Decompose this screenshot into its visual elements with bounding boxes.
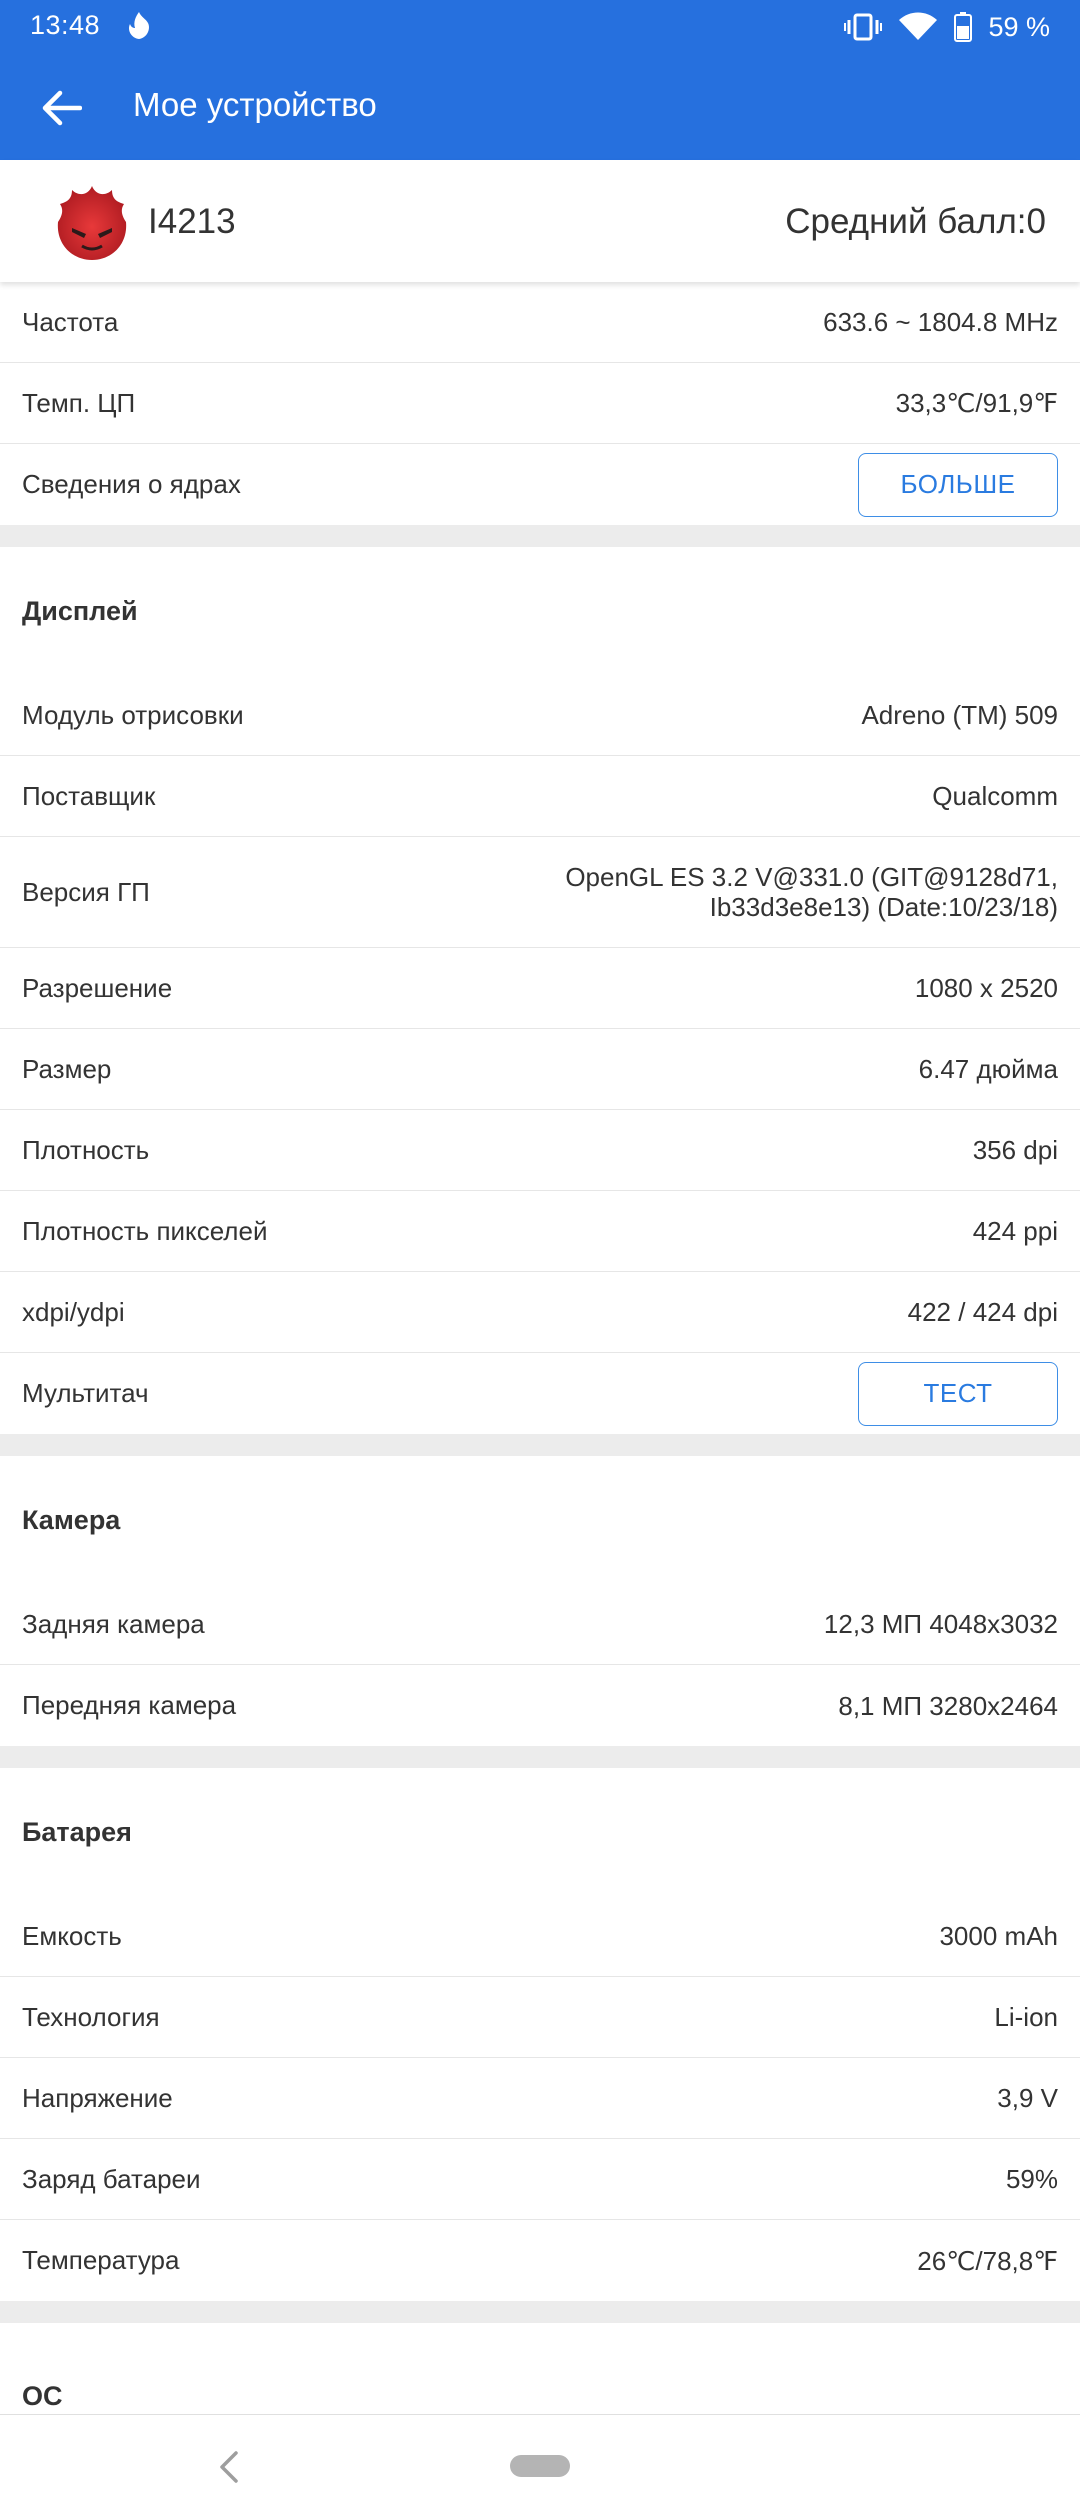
battery-temp-row: Температура 26℃/78,8℉ <box>0 2220 1080 2301</box>
row-value: 8,1 МП 3280x2464 <box>838 1690 1058 1721</box>
notification-app-icon <box>129 12 149 39</box>
row-value: 3,9 V <box>997 2083 1058 2113</box>
row-label: Напряжение <box>22 2082 173 2113</box>
pixel-density-row: Плотность пикселей 424 ppi <box>0 1191 1080 1272</box>
front-camera-row: Передняя камера 8,1 МП 3280x2464 <box>0 1665 1080 1746</box>
section-title: ОС <box>22 2381 63 2411</box>
battery-icon <box>954 12 973 42</box>
screen-size-row: Размер 6.47 дюйма <box>0 1029 1080 1110</box>
row-label: Сведения о ядрах <box>22 469 241 499</box>
row-label: Разрешение <box>22 972 173 1003</box>
section-divider <box>0 1746 1080 1768</box>
row-label: xdpi/ydpi <box>22 1296 125 1327</box>
nav-home-pill[interactable] <box>510 2455 570 2477</box>
nav-back-icon[interactable] <box>210 2447 250 2487</box>
resolution-row: Разрешение 1080 x 2520 <box>0 948 1080 1029</box>
technology-row: Технология Li-ion <box>0 1977 1080 2058</box>
section-header-battery: Батарея <box>0 1768 1080 1896</box>
section-header-camera: Камера <box>0 1456 1080 1584</box>
vendor-row: Поставщик Qualcomm <box>0 756 1080 837</box>
row-label: Размер <box>22 1053 112 1084</box>
core-info-row: Сведения о ядрах БОЛЬШЕ <box>0 444 1080 525</box>
rear-camera-row: Задняя камера 12,3 МП 4048x3032 <box>0 1584 1080 1665</box>
battery-percent: 59 % <box>988 11 1050 42</box>
row-label: Технология <box>22 2001 160 2032</box>
xdpi-ydpi-row: xdpi/ydpi 422 / 424 dpi <box>0 1272 1080 1353</box>
row-label: Емкость <box>22 1920 122 1951</box>
battery-charge-row: Заряд батареи 59% <box>0 2139 1080 2220</box>
wifi-icon <box>899 12 938 40</box>
status-bar: 13:48 59 % <box>0 0 1080 54</box>
status-time: 13:48 <box>30 10 101 40</box>
row-label: Задняя камера <box>22 1608 205 1639</box>
row-value: 33,3℃/91,9℉ <box>895 388 1058 418</box>
row-value-line: Ib33d3e8e13) (Date:10/23/18) <box>709 892 1058 922</box>
row-value: 422 / 424 dpi <box>907 1297 1058 1327</box>
back-button[interactable] <box>36 82 88 134</box>
density-row: Плотность 356 dpi <box>0 1110 1080 1191</box>
row-label: Поставщик <box>22 780 156 811</box>
row-value: 12,3 МП 4048x3032 <box>823 1609 1058 1639</box>
row-value-line: OpenGL ES 3.2 V@331.0 (GIT@9128d71, <box>565 862 1058 892</box>
row-label: Плотность <box>22 1134 150 1165</box>
section-title: Камера <box>22 1504 121 1535</box>
section-divider <box>0 2301 1080 2323</box>
multitouch-test-button[interactable]: ТЕСТ <box>858 1361 1058 1426</box>
row-label: Темп. ЦП <box>22 387 136 418</box>
row-value: Qualcomm <box>932 781 1058 811</box>
renderer-row: Модуль отрисовки Adreno (TM) 509 <box>0 675 1080 756</box>
system-nav-bar <box>0 2414 1080 2520</box>
capacity-row: Емкость 3000 mAh <box>0 1896 1080 1977</box>
row-label: Мультитач <box>22 1378 149 1408</box>
cpu-frequency-row: Частота 633.6 ~ 1804.8 MHz <box>0 282 1080 363</box>
page-title: Мое устройство <box>133 86 377 123</box>
row-value: 424 ppi <box>972 1216 1058 1246</box>
row-value: 3000 mAh <box>939 1921 1058 1951</box>
row-value: 59% <box>1005 2164 1058 2194</box>
gpu-version-row: Версия ГП OpenGL ES 3.2 V@331.0 (GIT@912… <box>0 837 1080 948</box>
row-value: Li-ion <box>994 2002 1058 2032</box>
row-label: Частота <box>22 306 119 337</box>
app-header: 13:48 59 % Мое устройство <box>0 0 1080 160</box>
device-summary-card: I4213 Средний балл:0 <box>0 160 1080 282</box>
section-header-display: Дисплей <box>0 547 1080 675</box>
row-value: 1080 x 2520 <box>914 973 1058 1003</box>
row-label: Передняя камера <box>22 1690 237 1720</box>
device-model-name: I4213 <box>148 202 236 241</box>
row-label: Заряд батареи <box>22 2163 201 2194</box>
row-value: Adreno (TM) 509 <box>861 700 1058 730</box>
row-label: Версия ГП <box>22 876 150 907</box>
antutu-logo-icon <box>57 186 127 260</box>
section-divider <box>0 525 1080 547</box>
average-score: Средний балл:0 <box>785 202 1046 241</box>
cpu-temp-row: Темп. ЦП 33,3℃/91,9℉ <box>0 363 1080 444</box>
row-value: 6.47 дюйма <box>918 1054 1058 1084</box>
section-title: Дисплей <box>22 595 138 626</box>
row-label: Модуль отрисовки <box>22 699 244 730</box>
section-title: Батарея <box>22 1816 132 1847</box>
row-value: OpenGL ES 3.2 V@331.0 (GIT@9128d71, Ib33… <box>565 862 1058 922</box>
vibrate-icon <box>844 13 883 41</box>
voltage-row: Напряжение 3,9 V <box>0 2058 1080 2139</box>
row-value: 633.6 ~ 1804.8 MHz <box>823 307 1058 337</box>
row-label: Температура <box>22 2245 180 2275</box>
arrow-back-icon <box>42 90 82 126</box>
row-value: 356 dpi <box>972 1135 1058 1165</box>
section-divider <box>0 1434 1080 1456</box>
multitouch-row: Мультитач ТЕСТ <box>0 1353 1080 1434</box>
row-label: Плотность пикселей <box>22 1215 268 1246</box>
device-info-list: Частота 633.6 ~ 1804.8 MHz Темп. ЦП 33,3… <box>0 282 1080 2459</box>
row-value: 26℃/78,8℉ <box>917 2245 1058 2276</box>
status-icons: 59 % <box>844 8 1050 46</box>
more-button[interactable]: БОЛЬШЕ <box>858 452 1058 517</box>
